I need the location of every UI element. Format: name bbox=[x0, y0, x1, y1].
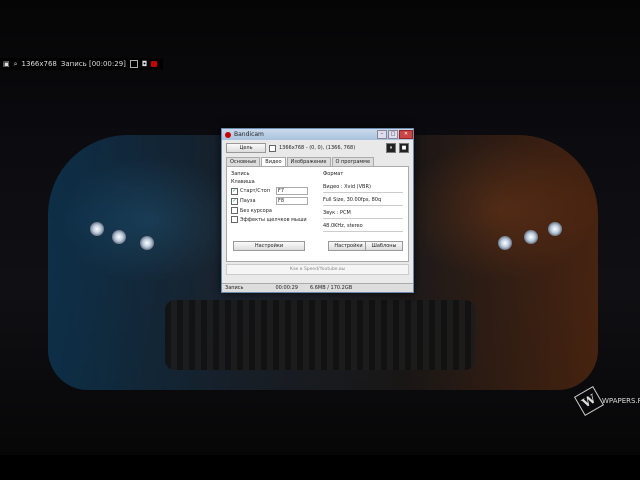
templates-button[interactable]: Шаблоны bbox=[365, 241, 403, 251]
status-bar: Запись 00:00:29 6.6MB / 170.2GB bbox=[222, 283, 413, 292]
video-detail: Full Size, 30.00fps, 80q bbox=[323, 196, 403, 206]
record-icon[interactable] bbox=[151, 61, 158, 67]
car-headlight bbox=[140, 236, 154, 250]
audio-detail: 48.0KHz, stereo bbox=[323, 222, 403, 232]
tab-strip: Основные Видео Изображение О программе bbox=[222, 157, 413, 166]
cursor-effects-label: Эффекты щелчков мыши bbox=[240, 216, 307, 223]
start-stop-checkbox[interactable]: ✓ bbox=[231, 187, 238, 195]
toolbar: Цель 1366x768 - (0, 0), (1366, 768) ⏸ ■ bbox=[222, 140, 413, 156]
no-cursor-row: Без курсора bbox=[231, 207, 317, 214]
hotkey-label: Клавиша bbox=[231, 179, 255, 185]
format-settings-button[interactable]: Настройки bbox=[328, 241, 369, 251]
maximize-button[interactable]: □ bbox=[388, 130, 398, 139]
stop-button[interactable]: ■ bbox=[399, 143, 409, 153]
monitor-icon: ▣ bbox=[3, 60, 10, 68]
hotkey-row-start-stop: ✓ Старт/Стоп F7 bbox=[231, 187, 317, 195]
record-settings-button[interactable]: Настройки bbox=[233, 241, 305, 251]
mouse-cursor-icon: ➤ bbox=[311, 238, 319, 248]
cursor-effects-row: Эффекты щелчков мыши bbox=[231, 216, 317, 223]
recorder-overlay: ▣ ⌕ 1366x768 Запись [00:00:29] ◘ bbox=[0, 58, 163, 70]
tab-about[interactable]: О программе bbox=[331, 157, 375, 166]
video-codec-label: Видео : Xvid (VBR) bbox=[323, 183, 403, 193]
no-cursor-label: Без курсора bbox=[240, 207, 272, 214]
format-section: Формат Видео : Xvid (VBR) Full Size, 30.… bbox=[323, 171, 403, 235]
search-icon: ⌕ bbox=[13, 59, 18, 68]
start-stop-label: Старт/Стоп bbox=[240, 188, 270, 194]
car-headlight bbox=[112, 230, 126, 244]
status-size: 6.6MB / 170.2GB bbox=[309, 285, 353, 291]
pause-label: Пауза bbox=[240, 198, 256, 204]
window-title: Bandicam bbox=[234, 131, 264, 138]
letterbox-bar bbox=[0, 455, 640, 480]
hotkey-row-pause: ✓ Пауза F8 bbox=[231, 197, 317, 205]
car-grille bbox=[165, 300, 475, 370]
window-icon[interactable] bbox=[129, 60, 138, 68]
tab-image[interactable]: Изображение bbox=[286, 157, 331, 166]
region-text: 1366x768 - (0, 0), (1366, 768) bbox=[279, 145, 356, 151]
record-section: Запись Клавиша ✓ Старт/Стоп F7 ✓ Пауза F… bbox=[231, 171, 317, 225]
target-button[interactable]: Цель bbox=[226, 143, 266, 153]
region-checkbox[interactable] bbox=[269, 144, 276, 152]
watermark-text: WPAPERS.RU bbox=[602, 397, 640, 405]
car-headlight bbox=[548, 222, 562, 236]
car-headlight bbox=[524, 230, 538, 244]
car-headlight bbox=[90, 222, 104, 236]
car-headlight bbox=[498, 236, 512, 250]
pause-button[interactable]: ⏸ bbox=[386, 143, 396, 153]
camera-icon[interactable]: ◘ bbox=[142, 60, 148, 68]
bandicam-window: Bandicam – □ ✕ Цель 1366x768 - (0, 0), (… bbox=[221, 128, 414, 293]
status-label: Запись bbox=[225, 285, 244, 291]
tab-general[interactable]: Основные bbox=[226, 157, 261, 166]
pause-checkbox[interactable]: ✓ bbox=[231, 197, 238, 205]
minimize-button[interactable]: – bbox=[377, 130, 387, 139]
format-section-label: Формат bbox=[323, 171, 344, 177]
close-button[interactable]: ✕ bbox=[399, 130, 413, 139]
hint-bar[interactable]: Как в Speed/Youtube.вы bbox=[226, 264, 409, 275]
audio-codec-label: Звук : PCM bbox=[323, 209, 403, 219]
overlay-resolution: 1366x768 bbox=[21, 60, 57, 68]
status-time: 00:00:29 bbox=[275, 285, 298, 291]
overlay-record-status: Запись [00:00:29] bbox=[60, 60, 126, 68]
cursor-effects-checkbox[interactable] bbox=[231, 216, 238, 223]
tab-video[interactable]: Видео bbox=[261, 157, 286, 166]
window-titlebar[interactable]: Bandicam – □ ✕ bbox=[222, 129, 413, 140]
start-stop-hotkey-field[interactable]: F7 bbox=[276, 187, 308, 195]
watermark: W WPAPERS.RU bbox=[573, 385, 640, 417]
pause-hotkey-field[interactable]: F8 bbox=[276, 197, 308, 205]
record-section-label: Запись bbox=[231, 171, 250, 177]
no-cursor-checkbox[interactable] bbox=[231, 207, 238, 214]
bandicam-app-icon bbox=[225, 131, 231, 138]
watermark-logo-icon: W bbox=[573, 385, 605, 417]
